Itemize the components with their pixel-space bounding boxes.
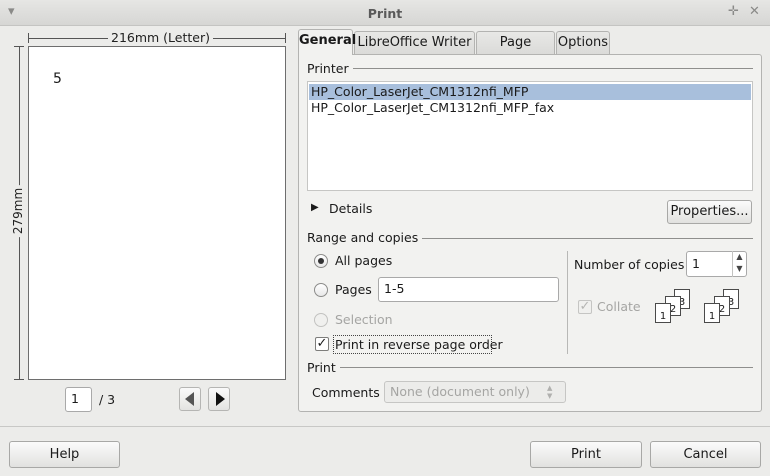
selection-label: Selection bbox=[335, 312, 393, 327]
title-bar: Print ▾ ✛ ✕ bbox=[0, 0, 770, 26]
page-total-label: / 3 bbox=[99, 392, 116, 407]
print-section-title: Print bbox=[307, 360, 340, 375]
printer-section-title: Printer bbox=[307, 61, 353, 76]
properties-button[interactable]: Properties... bbox=[667, 200, 752, 224]
print-button[interactable]: Print bbox=[530, 441, 642, 468]
collapse-icon[interactable]: ▾ bbox=[8, 4, 15, 19]
next-page-button[interactable] bbox=[208, 387, 230, 411]
tab-options[interactable]: Options bbox=[556, 31, 610, 55]
collate-checkbox[interactable]: ✓ bbox=[578, 300, 592, 314]
width-dimension-label: 216mm (Letter) bbox=[108, 30, 214, 45]
print-section-rule bbox=[307, 367, 753, 368]
selection-radio[interactable] bbox=[314, 313, 328, 327]
tab-page-layout[interactable]: Page Layout bbox=[476, 31, 555, 72]
reverse-order-label: Print in reverse page order bbox=[335, 337, 503, 352]
arrow-right-icon bbox=[216, 392, 225, 406]
pin-icon[interactable]: ✛ bbox=[728, 4, 739, 19]
comments-label: Comments bbox=[312, 385, 380, 400]
range-section-title: Range and copies bbox=[307, 230, 423, 245]
details-expander[interactable]: Details bbox=[329, 201, 372, 216]
reverse-order-checkbox[interactable]: ✓ bbox=[315, 337, 329, 351]
previous-page-button[interactable] bbox=[179, 387, 201, 411]
expand-triangle-icon[interactable]: ▶ bbox=[311, 202, 319, 213]
copies-spinner[interactable]: ▲ ▼ bbox=[732, 251, 746, 277]
pages-range-input[interactable]: 1-5 bbox=[378, 277, 559, 302]
copies-separator bbox=[567, 251, 568, 354]
height-dimension-label: 279mm bbox=[11, 184, 26, 238]
pages-label: Pages bbox=[335, 282, 372, 297]
spin-down-icon[interactable]: ▼ bbox=[733, 263, 746, 275]
printer-section-rule bbox=[307, 68, 753, 69]
collate-page-icon: 1 bbox=[655, 303, 671, 323]
comments-select[interactable]: None (document only) bbox=[384, 381, 566, 403]
pages-radio[interactable] bbox=[314, 283, 328, 297]
collate-stack-icon: 3 2 1 bbox=[703, 289, 745, 325]
copies-label: Number of copies bbox=[574, 257, 685, 272]
window-title: Print bbox=[367, 6, 403, 21]
collate-label: Collate bbox=[597, 299, 641, 314]
page-preview: 5 bbox=[28, 46, 286, 380]
width-dimension-tick-right bbox=[285, 33, 286, 43]
all-pages-radio[interactable] bbox=[314, 254, 328, 268]
height-dimension-tick-top bbox=[14, 46, 24, 47]
select-arrows-icon: ▲ ▼ bbox=[547, 384, 553, 400]
height-dimension-tick-bottom bbox=[14, 379, 24, 380]
cancel-button[interactable]: Cancel bbox=[650, 441, 761, 468]
all-pages-label: All pages bbox=[335, 253, 393, 268]
printer-item[interactable]: HP_Color_LaserJet_CM1312nfi_MFP_fax bbox=[309, 100, 751, 116]
collate-stack-icon: 3 2 1 bbox=[654, 289, 696, 325]
tab-libreoffice-writer[interactable]: LibreOffice Writer bbox=[354, 31, 475, 55]
help-button[interactable]: Help bbox=[9, 441, 120, 468]
width-dimension-tick-left bbox=[28, 33, 29, 43]
printer-item[interactable]: HP_Color_LaserJet_CM1312nfi_MFP bbox=[309, 84, 751, 100]
close-icon[interactable]: ✕ bbox=[749, 4, 760, 19]
spin-up-icon[interactable]: ▲ bbox=[733, 251, 746, 263]
tab-general[interactable]: General bbox=[298, 29, 356, 55]
collate-page-icon: 1 bbox=[704, 303, 720, 323]
printer-list[interactable]: HP_Color_LaserJet_CM1312nfi_MFP HP_Color… bbox=[307, 81, 753, 191]
preview-page-text: 5 bbox=[53, 71, 62, 87]
page-number-input[interactable]: 1 bbox=[65, 387, 92, 412]
arrow-left-icon bbox=[185, 392, 194, 406]
